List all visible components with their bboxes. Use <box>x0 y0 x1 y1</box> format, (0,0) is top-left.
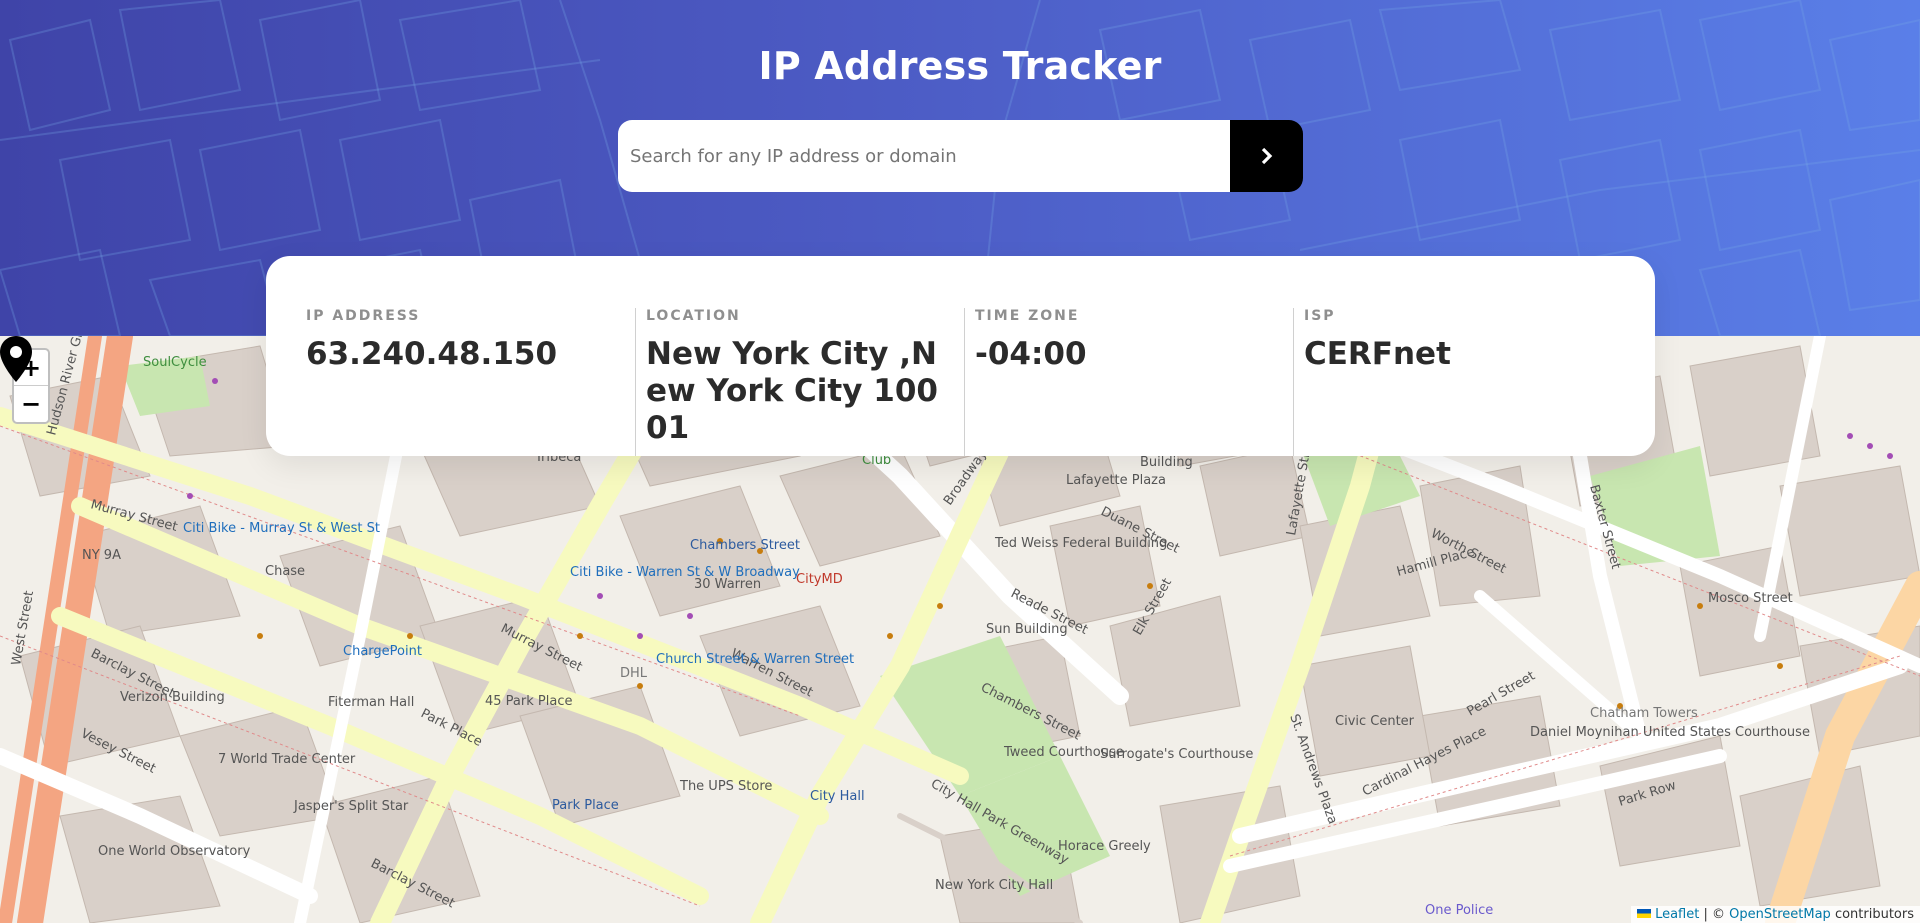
map-label-chase: Chase <box>265 564 305 579</box>
location-section: LOCATION New York City ,New York City 10… <box>635 308 964 456</box>
map-label-citymd: CityMD <box>796 572 843 587</box>
chevron-right-icon <box>1261 147 1272 165</box>
map-label-horace-greely: Horace Greely <box>1058 839 1151 854</box>
map-label-citibike-warren: Citi Bike - Warren St & W Broadway <box>570 565 800 580</box>
map-label-jaspers: Jasper's Split Star <box>293 799 409 814</box>
map-label-city-hall: City Hall <box>810 789 865 804</box>
map-label-building: Building <box>1140 455 1193 470</box>
ip-address-value: 63.240.48.150 <box>306 336 558 372</box>
timezone-value: -04:00 <box>975 336 1087 372</box>
page-title: IP Address Tracker <box>758 44 1162 88</box>
map-label-ny9a: NY 9A <box>82 548 121 563</box>
osm-link[interactable]: OpenStreetMap <box>1729 907 1831 922</box>
ip-address-label: IP ADDRESS <box>306 308 421 324</box>
map-label-dhl: DHL <box>620 666 648 681</box>
map-label-surrogates: Surrogate's Courthouse <box>1100 747 1253 762</box>
map-label-citibike-church: Church Street & Warren Street <box>656 652 854 667</box>
map-label-one-police: One Police <box>1425 903 1493 918</box>
map-label-ny-city-hall: New York City Hall <box>935 878 1053 893</box>
map-label-civic-center: Civic Center <box>1335 714 1415 729</box>
map-label-soulcycle: SoulCycle <box>143 355 207 370</box>
location-value: New York City ,New York City 10001 <box>646 336 938 446</box>
timezone-label: TIME ZONE <box>975 308 1080 324</box>
map-label-30-warren: 30 Warren <box>694 577 761 592</box>
map-label-sun-building: Sun Building <box>986 622 1068 637</box>
map-label-lafayette-plaza: Lafayette Plaza <box>1066 473 1166 488</box>
attribution-separator: | © <box>1703 907 1725 922</box>
map-label-one-world: One World Observatory <box>98 844 251 859</box>
zoom-out-button[interactable]: − <box>14 386 48 422</box>
map-label-fiterman: Fiterman Hall <box>328 695 414 710</box>
isp-value: CERFnet <box>1304 336 1451 372</box>
map-label-park-place-2: Park Place <box>552 798 619 813</box>
ip-address-section: IP ADDRESS 63.240.48.150 <box>306 308 635 456</box>
ukraine-flag-icon <box>1636 909 1651 918</box>
map-label-ted-weiss: Ted Weiss Federal Building <box>994 536 1167 551</box>
isp-section: ISP CERFnet <box>1293 308 1622 456</box>
attribution-suffix: contributors <box>1834 907 1914 922</box>
location-pin-icon[interactable] <box>0 336 32 382</box>
map-label-daniel-moynihan: Daniel Moynihan United States Courthouse <box>1530 725 1810 740</box>
search-button[interactable] <box>1230 120 1303 192</box>
map-label-ups-store: The UPS Store <box>679 779 772 794</box>
map-label-chambers-street-2: Chambers Street <box>690 538 800 553</box>
isp-label: ISP <box>1304 308 1336 324</box>
map-label-chatham-towers: Chatham Towers <box>1590 706 1698 721</box>
leaflet-link[interactable]: Leaflet <box>1655 907 1699 922</box>
map-label-45-park: 45 Park Place <box>485 694 572 709</box>
map-attribution: Leaflet | © OpenStreetMap contributors <box>1630 906 1920 923</box>
timezone-section: TIME ZONE -04:00 <box>964 308 1293 456</box>
ip-info-card: IP ADDRESS 63.240.48.150 LOCATION New Yo… <box>266 256 1655 456</box>
map-label-citibike-murray: Citi Bike - Murray St & West St <box>183 521 380 536</box>
map-label-chargepoint: ChargePoint <box>343 644 422 659</box>
map-label-world-trade: 7 World Trade Center <box>218 752 356 767</box>
map-label-mosco-street: Mosco Street <box>1708 591 1793 606</box>
search-form <box>618 120 1303 192</box>
search-input[interactable] <box>618 120 1230 192</box>
location-label: LOCATION <box>646 308 741 324</box>
map-label-verizon: Verizon Building <box>120 690 225 705</box>
